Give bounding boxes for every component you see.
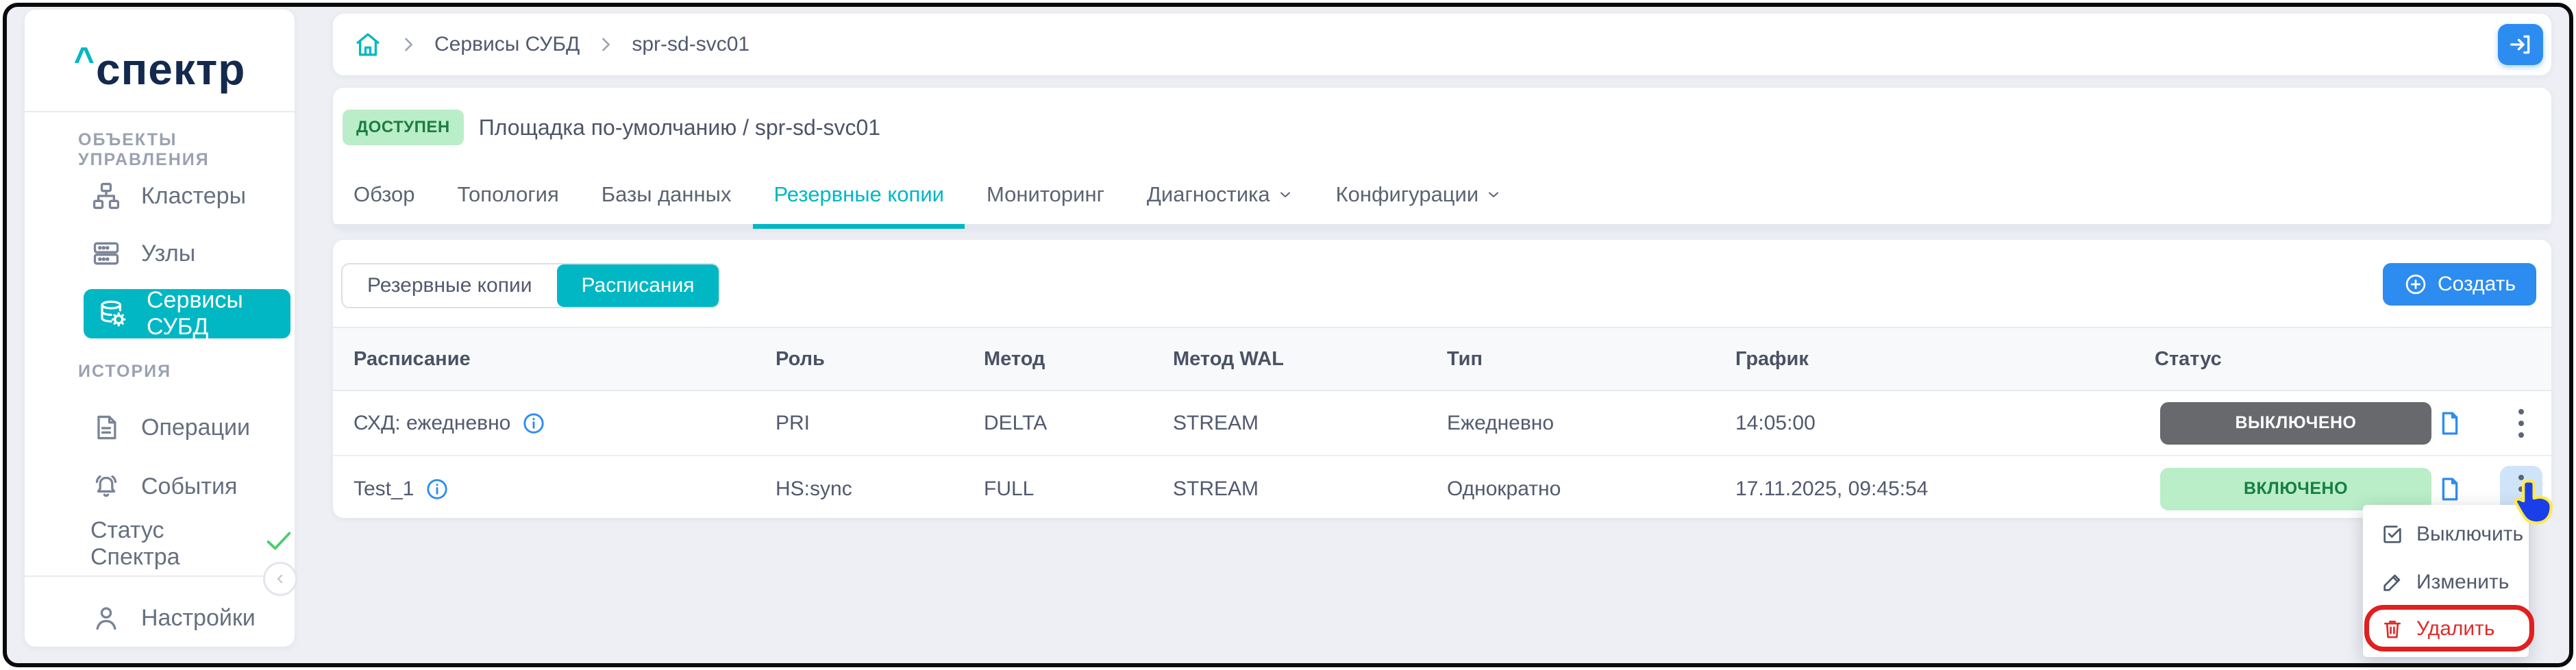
chevron-right-icon bbox=[596, 35, 615, 54]
sidebar: ^спектр ОБЪЕКТЫ УПРАВЛЕНИЯ Кластеры У bbox=[25, 10, 295, 647]
sidebar-item-db-services[interactable]: Сервисы СУБД bbox=[84, 289, 290, 338]
schedule-name: Test_1 bbox=[354, 477, 414, 501]
subtab-schedules[interactable]: Расписания bbox=[557, 264, 719, 307]
tab-topology[interactable]: Топология bbox=[458, 181, 559, 229]
cell-method: DELTA bbox=[984, 412, 1173, 435]
cell-type: Ежедневно bbox=[1447, 412, 1735, 435]
cell-role: PRI bbox=[776, 412, 984, 435]
row-actions-kebab-button[interactable] bbox=[2500, 400, 2542, 447]
copy-document-button[interactable] bbox=[2436, 409, 2464, 438]
sidebar-item-label: Узлы bbox=[141, 240, 195, 267]
tab-configurations[interactable]: Конфигурации bbox=[1336, 181, 1502, 229]
pencil-icon bbox=[2381, 571, 2404, 594]
subtab-backups[interactable]: Резервные копии bbox=[343, 264, 557, 307]
sidebar-collapse-button[interactable] bbox=[263, 562, 297, 596]
tab-bar: Обзор Топология Базы данных Резервные ко… bbox=[354, 181, 1502, 229]
col-header-graph: График bbox=[1735, 348, 2155, 371]
app-logo: ^спектр bbox=[25, 40, 295, 95]
sidebar-item-clusters[interactable]: Кластеры bbox=[90, 171, 246, 221]
schedules-panel: Резервные копии Расписания Создать Распи… bbox=[333, 240, 2551, 518]
menu-item-edit[interactable]: Изменить bbox=[2363, 558, 2529, 606]
col-header-wal-method: Метод WAL bbox=[1173, 348, 1447, 371]
sidebar-item-label: Операции bbox=[141, 414, 250, 441]
col-header-type: Тип bbox=[1447, 348, 1735, 371]
menu-item-delete[interactable]: Удалить bbox=[2363, 605, 2529, 653]
checkbox-check-icon bbox=[2381, 523, 2404, 546]
menu-item-disable[interactable]: Выключить bbox=[2363, 510, 2529, 558]
status-pill-off: ВЫКЛЮЧЕНО bbox=[2160, 402, 2431, 445]
service-header-card: ДОСТУПЕН Площадка по-умолчанию / spr-sd-… bbox=[333, 88, 2551, 229]
plus-circle-icon bbox=[2403, 272, 2428, 297]
table-header-row: Расписание Роль Метод Метод WAL Тип Граф… bbox=[333, 327, 2551, 391]
logo-text: спектр bbox=[96, 45, 245, 94]
clusters-icon bbox=[90, 180, 122, 212]
user-settings-icon bbox=[90, 602, 122, 634]
cell-wal-method: STREAM bbox=[1173, 412, 1447, 435]
cell-role: HS:sync bbox=[776, 477, 984, 501]
row-actions-menu: Выключить Изменить Удалить bbox=[2363, 505, 2529, 657]
status-pill-on: ВКЛЮЧЕНО bbox=[2160, 468, 2431, 510]
sidebar-item-events[interactable]: События bbox=[90, 462, 237, 511]
table-row: СХД: ежедневно PRI DELTA STREAM Ежедневн… bbox=[333, 391, 2551, 456]
sidebar-section-history: ИСТОРИЯ bbox=[78, 362, 171, 382]
home-icon[interactable] bbox=[354, 30, 382, 59]
tab-backups[interactable]: Резервные копии bbox=[773, 181, 944, 229]
col-header-role: Роль bbox=[776, 348, 984, 371]
sidebar-item-nodes[interactable]: Узлы bbox=[90, 229, 195, 278]
info-icon[interactable] bbox=[521, 411, 546, 436]
col-header-schedule: Расписание bbox=[354, 348, 776, 371]
breadcrumb-item-current: spr-sd-svc01 bbox=[632, 33, 750, 56]
breadcrumb-item-services[interactable]: Сервисы СУБД bbox=[434, 33, 580, 56]
tab-diagnostics[interactable]: Диагностика bbox=[1147, 181, 1293, 229]
sidebar-divider-top bbox=[25, 111, 295, 112]
create-button[interactable]: Создать bbox=[2383, 263, 2536, 306]
events-bell-icon bbox=[90, 471, 122, 502]
logout-icon bbox=[2507, 31, 2534, 58]
table-row: Test_1 HS:sync FULL STREAM Однократно 17… bbox=[333, 456, 2551, 521]
panel-toolbar: Резервные копии Расписания Создать bbox=[341, 263, 2536, 307]
trash-icon bbox=[2381, 617, 2404, 641]
chevron-down-icon bbox=[1485, 184, 1502, 208]
sidebar-divider-bottom bbox=[25, 575, 295, 577]
copy-document-button[interactable] bbox=[2436, 475, 2464, 504]
top-bar: Сервисы СУБД spr-sd-svc01 bbox=[333, 14, 2551, 75]
sidebar-item-operations[interactable]: Операции bbox=[90, 403, 250, 452]
cell-wal-method: STREAM bbox=[1173, 477, 1447, 501]
sidebar-item-spektr-status[interactable]: Статус Спектра bbox=[90, 519, 295, 569]
tab-databases[interactable]: Базы данных bbox=[602, 181, 732, 229]
status-ok-check-icon bbox=[263, 528, 295, 561]
sidebar-item-settings[interactable]: Настройки bbox=[90, 593, 256, 643]
sidebar-section-objects: ОБЪЕКТЫ УПРАВЛЕНИЯ bbox=[78, 130, 295, 170]
view-switch: Резервные копии Расписания bbox=[341, 263, 720, 308]
sidebar-item-label: Кластеры bbox=[141, 183, 246, 210]
breadcrumb: Сервисы СУБД spr-sd-svc01 bbox=[354, 30, 750, 59]
logout-button[interactable] bbox=[2498, 24, 2543, 65]
nodes-icon bbox=[90, 238, 122, 269]
tab-overview[interactable]: Обзор bbox=[354, 181, 415, 229]
sidebar-item-label: Настройки bbox=[141, 605, 256, 632]
chevron-right-icon bbox=[399, 35, 418, 54]
col-header-method: Метод bbox=[984, 348, 1173, 371]
db-services-icon bbox=[97, 298, 127, 330]
sidebar-item-label: Сервисы СУБД bbox=[147, 287, 290, 340]
schedule-name: СХД: ежедневно bbox=[354, 412, 510, 435]
app-window: ^спектр ОБЪЕКТЫ УПРАВЛЕНИЯ Кластеры У bbox=[0, 0, 2576, 670]
cell-method: FULL bbox=[984, 477, 1173, 501]
sidebar-item-label: События bbox=[141, 473, 237, 500]
operations-icon bbox=[90, 412, 122, 443]
info-icon[interactable] bbox=[425, 477, 449, 501]
cell-graph: 14:05:00 bbox=[1735, 412, 2155, 435]
tab-monitoring[interactable]: Мониторинг bbox=[987, 181, 1104, 229]
cell-graph: 17.11.2025, 09:45:54 bbox=[1735, 477, 2155, 501]
chevron-down-icon bbox=[1277, 184, 1293, 208]
cell-type: Однократно bbox=[1447, 477, 1735, 501]
logo-caret: ^ bbox=[74, 40, 95, 80]
sidebar-item-label: Статус Спектра bbox=[90, 517, 226, 571]
schedules-table: Расписание Роль Метод Метод WAL Тип Граф… bbox=[333, 327, 2551, 521]
status-badge: ДОСТУПЕН bbox=[343, 110, 464, 145]
page-title: Площадка по-умолчанию / spr-sd-svc01 bbox=[479, 115, 880, 140]
col-header-status: Статус bbox=[2155, 348, 2436, 371]
